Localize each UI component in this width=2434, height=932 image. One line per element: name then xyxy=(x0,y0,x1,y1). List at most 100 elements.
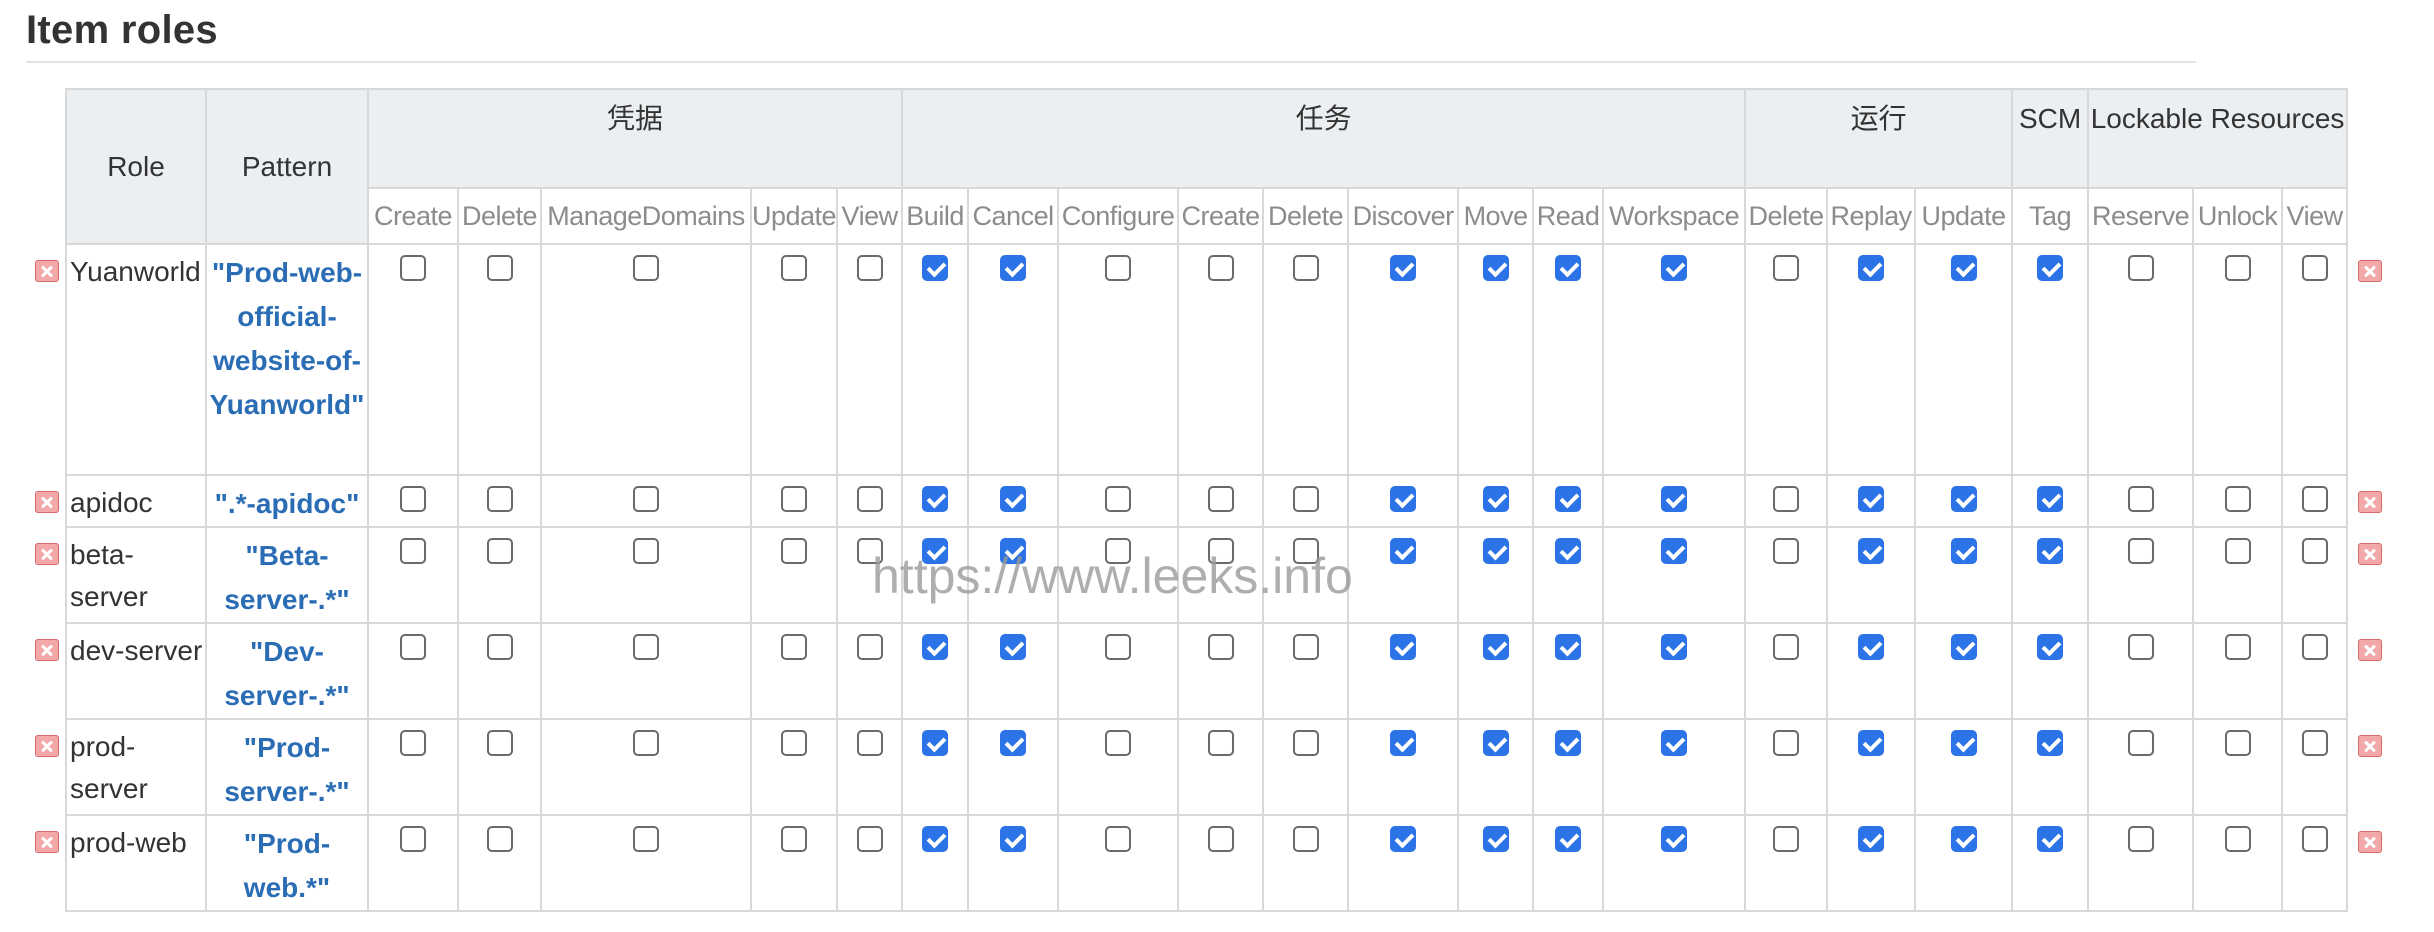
permission-checkbox[interactable] xyxy=(1207,538,1234,564)
permission-checkbox[interactable] xyxy=(486,255,513,281)
permission-checkbox[interactable] xyxy=(922,826,949,852)
permission-checkbox[interactable] xyxy=(1858,634,1885,660)
permission-checkbox[interactable] xyxy=(2224,255,2251,281)
role-pattern[interactable]: "Prod-server-.*" xyxy=(205,718,369,816)
permission-checkbox[interactable] xyxy=(400,486,426,512)
permission-checkbox[interactable] xyxy=(400,255,426,281)
permission-checkbox[interactable] xyxy=(856,538,883,564)
permission-checkbox[interactable] xyxy=(1207,730,1234,756)
permission-checkbox[interactable] xyxy=(2037,538,2064,564)
delete-role-icon[interactable] xyxy=(35,639,59,661)
permission-checkbox[interactable] xyxy=(1105,634,1132,660)
permission-checkbox[interactable] xyxy=(1390,634,1417,660)
permission-checkbox[interactable] xyxy=(2301,730,2328,756)
permission-checkbox[interactable] xyxy=(1950,255,1977,281)
permission-checkbox[interactable] xyxy=(781,486,808,512)
permission-checkbox[interactable] xyxy=(1773,634,1800,660)
permission-checkbox[interactable] xyxy=(922,255,949,281)
permission-checkbox[interactable] xyxy=(1482,730,1509,756)
permission-checkbox[interactable] xyxy=(2301,826,2328,852)
permission-checkbox[interactable] xyxy=(633,255,659,281)
permission-checkbox[interactable] xyxy=(1555,634,1582,660)
permission-checkbox[interactable] xyxy=(1000,486,1027,512)
permission-checkbox[interactable] xyxy=(2224,730,2251,756)
delete-role-icon[interactable] xyxy=(2358,639,2383,661)
permission-checkbox[interactable] xyxy=(856,634,883,660)
permission-checkbox[interactable] xyxy=(1950,538,1977,564)
permission-checkbox[interactable] xyxy=(2127,634,2154,660)
permission-checkbox[interactable] xyxy=(1773,255,1800,281)
permission-checkbox[interactable] xyxy=(486,826,513,852)
permission-checkbox[interactable] xyxy=(1292,486,1319,512)
permission-checkbox[interactable] xyxy=(486,538,513,564)
permission-checkbox[interactable] xyxy=(1858,255,1885,281)
permission-checkbox[interactable] xyxy=(1555,255,1582,281)
permission-checkbox[interactable] xyxy=(781,730,808,756)
delete-role-icon[interactable] xyxy=(2358,831,2383,853)
permission-checkbox[interactable] xyxy=(1773,730,1800,756)
permission-checkbox[interactable] xyxy=(1390,826,1417,852)
permission-checkbox[interactable] xyxy=(2224,486,2251,512)
permission-checkbox[interactable] xyxy=(1000,826,1027,852)
permission-checkbox[interactable] xyxy=(1000,255,1027,281)
permission-checkbox[interactable] xyxy=(2224,634,2251,660)
permission-checkbox[interactable] xyxy=(1555,538,1582,564)
permission-checkbox[interactable] xyxy=(633,486,659,512)
permission-checkbox[interactable] xyxy=(400,538,426,564)
permission-checkbox[interactable] xyxy=(781,255,808,281)
permission-checkbox[interactable] xyxy=(1105,538,1132,564)
permission-checkbox[interactable] xyxy=(922,486,949,512)
permission-checkbox[interactable] xyxy=(1292,634,1319,660)
permission-checkbox[interactable] xyxy=(2301,255,2328,281)
permission-checkbox[interactable] xyxy=(633,634,659,660)
delete-role-icon[interactable] xyxy=(35,543,59,565)
permission-checkbox[interactable] xyxy=(2037,634,2064,660)
role-pattern[interactable]: "Beta-server-.*" xyxy=(205,526,369,624)
permission-checkbox[interactable] xyxy=(1858,486,1885,512)
permission-checkbox[interactable] xyxy=(1207,826,1234,852)
permission-checkbox[interactable] xyxy=(1390,486,1417,512)
permission-checkbox[interactable] xyxy=(1390,538,1417,564)
permission-checkbox[interactable] xyxy=(1000,730,1027,756)
permission-checkbox[interactable] xyxy=(1207,486,1234,512)
permission-checkbox[interactable] xyxy=(1105,255,1132,281)
permission-checkbox[interactable] xyxy=(400,634,426,660)
permission-checkbox[interactable] xyxy=(2127,826,2154,852)
permission-checkbox[interactable] xyxy=(2037,826,2064,852)
permission-checkbox[interactable] xyxy=(1390,255,1417,281)
permission-checkbox[interactable] xyxy=(2224,538,2251,564)
delete-role-icon[interactable] xyxy=(35,831,59,853)
permission-checkbox[interactable] xyxy=(486,730,513,756)
permission-checkbox[interactable] xyxy=(1661,730,1688,756)
permission-checkbox[interactable] xyxy=(1661,538,1688,564)
permission-checkbox[interactable] xyxy=(1482,486,1509,512)
permission-checkbox[interactable] xyxy=(2127,538,2154,564)
permission-checkbox[interactable] xyxy=(1292,826,1319,852)
permission-checkbox[interactable] xyxy=(1482,634,1509,660)
permission-checkbox[interactable] xyxy=(922,730,949,756)
permission-checkbox[interactable] xyxy=(2301,538,2328,564)
permission-checkbox[interactable] xyxy=(1858,826,1885,852)
permission-checkbox[interactable] xyxy=(1292,538,1319,564)
permission-checkbox[interactable] xyxy=(1000,538,1027,564)
permission-checkbox[interactable] xyxy=(1950,634,1977,660)
permission-checkbox[interactable] xyxy=(400,826,426,852)
permission-checkbox[interactable] xyxy=(781,634,808,660)
permission-checkbox[interactable] xyxy=(1950,826,1977,852)
permission-checkbox[interactable] xyxy=(1858,730,1885,756)
permission-checkbox[interactable] xyxy=(1773,486,1800,512)
permission-checkbox[interactable] xyxy=(486,634,513,660)
permission-checkbox[interactable] xyxy=(1390,730,1417,756)
permission-checkbox[interactable] xyxy=(1773,826,1800,852)
delete-role-icon[interactable] xyxy=(35,735,59,757)
permission-checkbox[interactable] xyxy=(1207,634,1234,660)
permission-checkbox[interactable] xyxy=(2037,730,2064,756)
permission-checkbox[interactable] xyxy=(2127,730,2154,756)
delete-role-icon[interactable] xyxy=(35,491,59,513)
permission-checkbox[interactable] xyxy=(1105,730,1132,756)
permission-checkbox[interactable] xyxy=(2127,255,2154,281)
role-pattern[interactable]: "Dev-server-.*" xyxy=(205,622,369,720)
permission-checkbox[interactable] xyxy=(1773,538,1800,564)
delete-role-icon[interactable] xyxy=(2358,260,2383,282)
permission-checkbox[interactable] xyxy=(1661,826,1688,852)
